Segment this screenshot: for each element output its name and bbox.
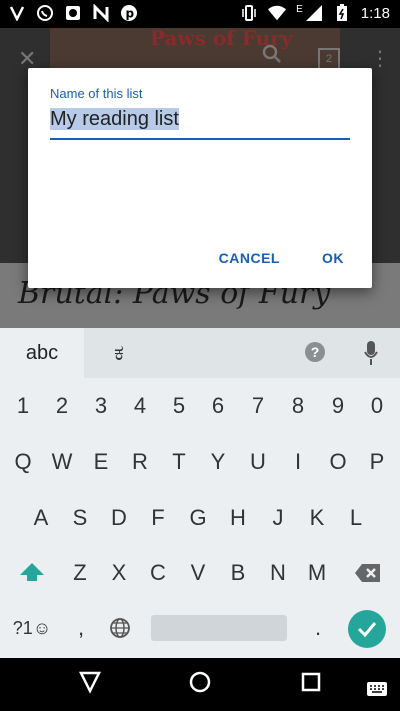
- key-7[interactable]: 7: [238, 386, 278, 426]
- key-z[interactable]: Z: [60, 553, 100, 593]
- vibrate-icon: [240, 4, 258, 22]
- recents-icon[interactable]: [299, 670, 323, 701]
- enter-check-icon[interactable]: [348, 610, 386, 648]
- status-bar: p E 1:18: [0, 0, 400, 28]
- letter-row-2: A S D F G H J K L: [0, 498, 400, 538]
- v-app-icon: [8, 4, 26, 22]
- more-options-icon[interactable]: ⋮: [370, 46, 390, 71]
- key-i[interactable]: I: [278, 442, 318, 482]
- key-comma[interactable]: ,: [61, 608, 101, 648]
- list-name-input[interactable]: My reading list: [50, 108, 350, 136]
- key-a[interactable]: A: [21, 498, 61, 538]
- cancel-button[interactable]: CANCEL: [219, 250, 280, 266]
- selected-text[interactable]: My reading list: [50, 108, 179, 130]
- backspace-icon[interactable]: [348, 553, 388, 593]
- home-icon[interactable]: [188, 670, 212, 701]
- key-o[interactable]: O: [318, 442, 358, 482]
- shift-icon[interactable]: [12, 553, 52, 593]
- dialog-label: Name of this list: [50, 86, 143, 101]
- messaging-icon: [64, 4, 82, 22]
- notification-n-icon: [92, 4, 110, 22]
- key-t[interactable]: T: [159, 442, 199, 482]
- battery-icon: [333, 4, 351, 22]
- list-name-field[interactable]: My reading list: [50, 108, 350, 140]
- key-y[interactable]: Y: [198, 442, 238, 482]
- key-8[interactable]: 8: [278, 386, 318, 426]
- keyboard-top-bar: abc ಕ ?: [0, 328, 400, 378]
- language-switch-key[interactable]: ಕ: [114, 340, 124, 366]
- key-q[interactable]: Q: [3, 442, 43, 482]
- search-icon[interactable]: [262, 44, 282, 70]
- keyboard-mode-tab[interactable]: abc: [0, 328, 84, 378]
- bottom-row: ?1☺ , .: [0, 608, 400, 648]
- list-name-dialog: Name of this list My reading list CANCEL…: [28, 68, 372, 288]
- key-0[interactable]: 0: [357, 386, 397, 426]
- signal-icon: [305, 4, 323, 22]
- microphone-icon[interactable]: [364, 340, 378, 366]
- network-type-indicator: E: [296, 3, 303, 15]
- key-2[interactable]: 2: [42, 386, 82, 426]
- wifi-icon: [268, 4, 287, 22]
- key-3[interactable]: 3: [81, 386, 121, 426]
- key-4[interactable]: 4: [120, 386, 160, 426]
- key-r[interactable]: R: [120, 442, 160, 482]
- key-d[interactable]: D: [99, 498, 139, 538]
- back-icon[interactable]: [78, 670, 102, 701]
- key-f[interactable]: F: [138, 498, 178, 538]
- key-6[interactable]: 6: [198, 386, 238, 426]
- key-b[interactable]: B: [218, 553, 258, 593]
- globe-icon[interactable]: [100, 608, 140, 648]
- tab-count-button[interactable]: 2: [318, 48, 340, 70]
- ok-button[interactable]: OK: [322, 250, 344, 266]
- key-g[interactable]: G: [178, 498, 218, 538]
- key-v[interactable]: V: [178, 553, 218, 593]
- help-icon[interactable]: ?: [305, 342, 325, 362]
- keyboard-switch-icon[interactable]: [366, 674, 388, 705]
- key-n[interactable]: N: [258, 553, 298, 593]
- key-l[interactable]: L: [336, 498, 376, 538]
- clock: 1:18: [360, 4, 390, 22]
- key-k[interactable]: K: [297, 498, 337, 538]
- number-row: 1 2 3 4 5 6 7 8 9 0: [0, 386, 400, 426]
- key-w[interactable]: W: [42, 442, 82, 482]
- key-m[interactable]: M: [297, 553, 337, 593]
- key-e[interactable]: E: [81, 442, 121, 482]
- space-bar[interactable]: [151, 615, 287, 641]
- key-h[interactable]: H: [218, 498, 258, 538]
- key-period[interactable]: .: [298, 608, 338, 648]
- symbols-key[interactable]: ?1☺: [10, 608, 54, 648]
- key-u[interactable]: U: [238, 442, 278, 482]
- letter-row-3: Z X C V B N M: [0, 553, 400, 593]
- whatsapp-icon: [36, 4, 54, 22]
- letter-row-1: Q W E R T Y U I O P: [0, 442, 400, 482]
- key-x[interactable]: X: [99, 553, 139, 593]
- soft-keyboard: abc ಕ ? 1 2 3 4 5 6 7 8 9 0 Q W E R T Y …: [0, 328, 400, 658]
- pinterest-icon: p: [120, 4, 138, 22]
- key-1[interactable]: 1: [3, 386, 43, 426]
- key-9[interactable]: 9: [318, 386, 358, 426]
- key-5[interactable]: 5: [159, 386, 199, 426]
- key-c[interactable]: C: [138, 553, 178, 593]
- key-s[interactable]: S: [60, 498, 100, 538]
- svg-text:p: p: [126, 7, 135, 21]
- navigation-bar: [0, 658, 400, 711]
- key-j[interactable]: J: [258, 498, 298, 538]
- key-p[interactable]: P: [357, 442, 397, 482]
